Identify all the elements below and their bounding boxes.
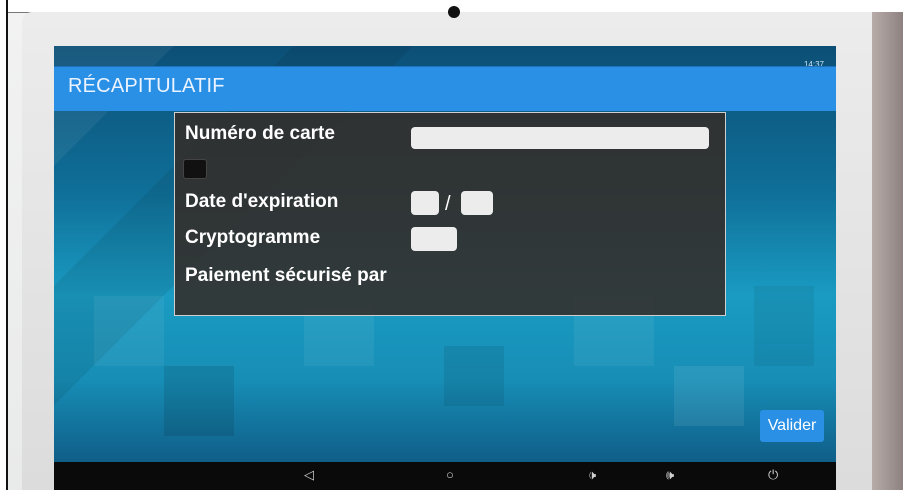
camera-icon: [448, 6, 460, 18]
tablet-right-edge: [872, 12, 903, 490]
payment-form-panel: Numéro de carte Date d'expiration / Cryp…: [174, 112, 726, 316]
card-number-input[interactable]: [411, 127, 709, 149]
cvv-input[interactable]: [411, 227, 457, 251]
tablet-screen: 14:37 RÉCAPITULATIF Numéro de carte Date…: [54, 46, 836, 462]
photo-frame: 14:37 RÉCAPITULATIF Numéro de carte Date…: [0, 0, 903, 490]
expiry-month-input[interactable]: [411, 191, 439, 215]
android-navigation-bar: ◁ ○ 🕩 🕪 ⏻: [54, 462, 836, 490]
power-icon[interactable]: ⏻: [768, 467, 778, 483]
back-icon[interactable]: ◁: [304, 467, 314, 483]
secure-payment-label: Paiement sécurisé par: [185, 265, 387, 286]
expiry-separator: /: [445, 193, 451, 215]
validate-button[interactable]: Valider: [760, 410, 824, 442]
card-icon: [183, 159, 207, 179]
cvv-label: Cryptogramme: [185, 227, 321, 248]
volume-down-icon[interactable]: 🕩: [588, 467, 596, 483]
card-number-label: Numéro de carte: [185, 123, 335, 144]
header-bar: RÉCAPITULATIF: [54, 66, 836, 111]
volume-up-icon[interactable]: 🕪: [666, 467, 674, 483]
home-icon[interactable]: ○: [446, 467, 454, 482]
expiry-year-input[interactable]: [461, 191, 493, 215]
page-title: RÉCAPITULATIF: [68, 75, 225, 97]
photo-left-border: [0, 0, 8, 490]
expiry-date-label: Date d'expiration: [185, 191, 339, 212]
